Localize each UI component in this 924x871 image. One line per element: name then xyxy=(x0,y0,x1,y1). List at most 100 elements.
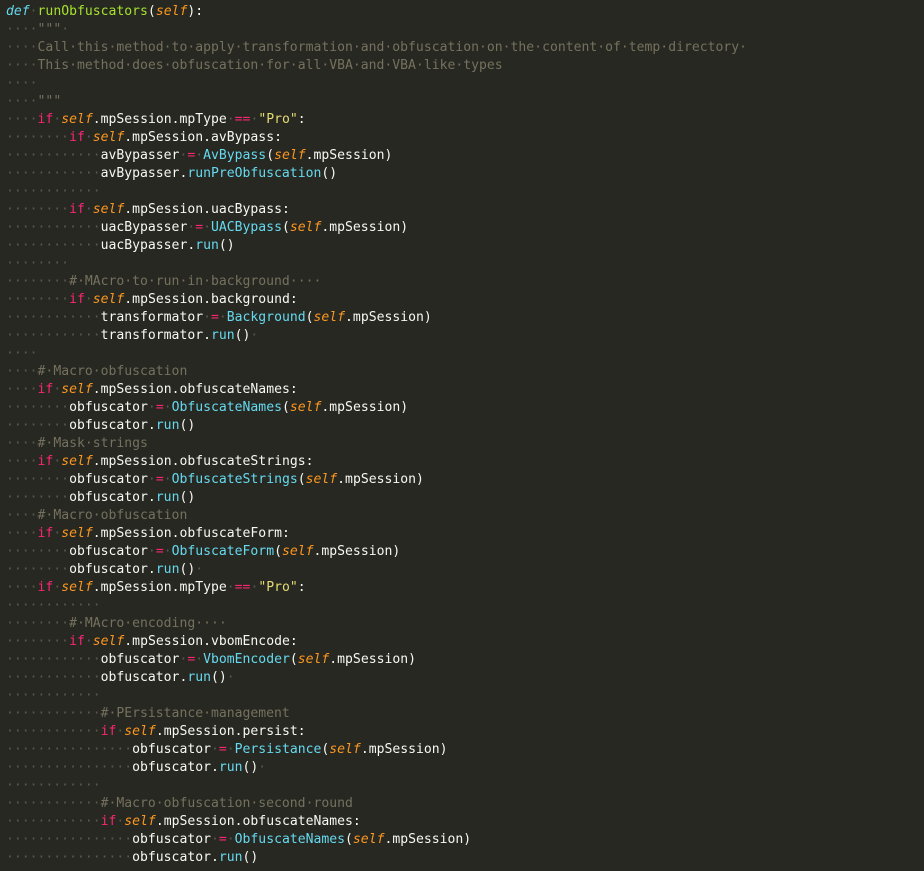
identifier: obfuscator xyxy=(100,652,180,667)
code-line[interactable]: ············avBypasser·=·AvBypass(self.m… xyxy=(6,147,392,165)
identifier: ( xyxy=(345,832,353,847)
whitespace-marker: ············ xyxy=(6,652,101,667)
whitespace-marker: · xyxy=(203,310,211,325)
code-line[interactable]: ····if·self.mpSession.mpType·==·"Pro": xyxy=(6,111,306,129)
comment: #·PErsistance·management xyxy=(100,706,290,721)
operator: == xyxy=(234,112,251,127)
identifier: obfuscator xyxy=(69,544,148,559)
whitespace-marker: ···· xyxy=(6,382,38,397)
code-line[interactable]: ········obfuscator·=·ObfuscateForm(self.… xyxy=(6,543,400,561)
whitespace-marker: ········ xyxy=(6,472,70,487)
identifier: ( xyxy=(266,148,275,163)
self-token: self xyxy=(281,544,314,559)
comment: This·method·does·obfuscation·for·all·VBA… xyxy=(37,58,503,73)
code-line[interactable]: ········if·self.mpSession.vbomEncode: xyxy=(6,633,298,651)
code-line[interactable]: ···· xyxy=(6,75,38,93)
code-line[interactable]: ············if·self.mpSession.persist: xyxy=(6,723,306,741)
whitespace-marker: ············ xyxy=(6,670,101,685)
identifier: obfuscator. xyxy=(132,850,219,865)
code-line[interactable]: ············obfuscator.run()· xyxy=(6,669,235,687)
code-line[interactable]: ········ xyxy=(6,255,69,273)
code-line[interactable]: ········obfuscator.run()· xyxy=(6,561,203,579)
code-line[interactable]: ····#·Macro·obfuscation xyxy=(6,363,187,381)
keyword: if xyxy=(69,292,85,307)
code-line[interactable]: ············avBypasser.runPreObfuscation… xyxy=(6,165,337,183)
code-line[interactable]: ············transformator.run()· xyxy=(6,327,258,345)
identifier: ( xyxy=(281,220,290,235)
code-line[interactable]: ····if·self.mpSession.obfuscateStrings: xyxy=(6,453,314,471)
keyword: if xyxy=(100,814,117,829)
code-line[interactable]: ········#·MAcro·encoding···· xyxy=(6,615,227,633)
code-line[interactable]: ····"""· xyxy=(6,21,69,39)
code-line[interactable]: ········obfuscator·=·ObfuscateNames(self… xyxy=(6,399,408,417)
code-line[interactable]: ············ xyxy=(6,777,101,795)
code-line[interactable]: ····This·method·does·obfuscation·for·all… xyxy=(6,57,503,75)
code-line[interactable]: ················obfuscator·=·Persistance… xyxy=(6,741,448,759)
code-line[interactable]: ····#·Macro·obfuscation xyxy=(6,507,187,525)
code-line[interactable]: ················obfuscator.run() xyxy=(6,849,258,867)
code-line[interactable]: ················obfuscator.run()· xyxy=(6,759,266,777)
code-line[interactable]: ············ xyxy=(6,183,101,201)
self-token: self xyxy=(92,202,125,217)
identifier: .mpSession.obfuscateForm: xyxy=(92,526,290,541)
code-line[interactable]: ············ xyxy=(6,687,101,705)
whitespace-marker: ················ xyxy=(6,760,133,775)
code-line[interactable]: ············obfuscator·=·VbomEncoder(sel… xyxy=(6,651,416,669)
whitespace-marker: · xyxy=(147,544,156,559)
call-name: run xyxy=(187,670,211,685)
whitespace-marker: · xyxy=(195,652,204,667)
code-line[interactable]: ········if·self.mpSession.uacBypass: xyxy=(6,201,290,219)
identifier: obfuscator xyxy=(132,832,211,847)
call-name: ObfuscateNames xyxy=(171,400,282,415)
code-line[interactable]: ············uacBypasser.run() xyxy=(6,237,235,255)
code-line[interactable]: ····if·self.mpSession.obfuscateNames: xyxy=(6,381,298,399)
code-line[interactable]: ············if·self.mpSession.obfuscateN… xyxy=(6,813,361,831)
code-line[interactable]: ····if·self.mpSession.mpType·==·"Pro": xyxy=(6,579,306,597)
keyword: if xyxy=(37,382,54,397)
call-name: run xyxy=(195,238,219,253)
identifier: ( xyxy=(274,544,282,559)
code-line[interactable]: ············ xyxy=(6,597,101,615)
self-token: self xyxy=(124,724,156,739)
whitespace-marker: ················ xyxy=(6,850,133,865)
code-line[interactable]: ····""" xyxy=(6,93,61,111)
code-line[interactable]: ········obfuscator.run() xyxy=(6,489,195,507)
call-name: UACBypass xyxy=(211,220,282,235)
identifier: ( xyxy=(147,4,156,19)
identifier: uacBypasser. xyxy=(100,238,196,253)
code-line[interactable]: def·runObfuscators(self): xyxy=(6,3,203,21)
call-name: run xyxy=(155,490,180,505)
comment: #·Macro·obfuscation·second·round xyxy=(100,796,353,811)
code-line[interactable]: ········obfuscator·=·ObfuscateStrings(se… xyxy=(6,471,424,489)
call-name: Background xyxy=(226,310,306,325)
identifier: obfuscator xyxy=(69,400,148,415)
code-line[interactable]: ········obfuscator.run() xyxy=(6,417,195,435)
def-keyword: def xyxy=(6,4,30,19)
whitespace-marker: ············ xyxy=(6,724,101,739)
identifier: uacBypasser xyxy=(100,220,188,235)
identifier: .mpSession.obfuscateNames: xyxy=(155,814,361,829)
code-line[interactable]: ········#·MAcro·to·run·in·background···· xyxy=(6,273,321,291)
whitespace-marker: · xyxy=(84,634,93,649)
code-line[interactable]: ···· xyxy=(6,345,38,363)
code-line[interactable]: ············#·Macro·obfuscation·second·r… xyxy=(6,795,353,813)
code-line[interactable]: ············uacBypasser·=·UACBypass(self… xyxy=(6,219,408,237)
code-line[interactable]: ················obfuscator·=·ObfuscateNa… xyxy=(6,831,471,849)
code-line[interactable]: ········if·self.mpSession.avBypass: xyxy=(6,129,282,147)
keyword: if xyxy=(37,526,54,541)
code-line[interactable]: ········if·self.mpSession.background: xyxy=(6,291,298,309)
whitespace-marker: ···· xyxy=(6,58,38,73)
whitespace-marker: · xyxy=(163,400,172,415)
operator: = xyxy=(218,832,227,847)
code-line[interactable]: ····if·self.mpSession.obfuscateForm: xyxy=(6,525,290,543)
self-token: self xyxy=(155,4,188,19)
code-line[interactable]: ····#·Mask·strings xyxy=(6,435,148,453)
code-line[interactable]: ············transformator·=·Background(s… xyxy=(6,309,432,327)
whitespace-marker: ···· xyxy=(6,22,38,37)
string-literal: "Pro" xyxy=(258,580,298,595)
code-line[interactable]: ············#·PErsistance·management xyxy=(6,705,290,723)
whitespace-marker: ········ xyxy=(6,274,70,289)
whitespace-marker: ············ xyxy=(6,238,101,253)
code-line[interactable]: ····Call·this·method·to·apply·transforma… xyxy=(6,39,747,57)
code-editor[interactable]: def·runObfuscators(self): ····"""· ····Cal… xyxy=(0,0,924,871)
